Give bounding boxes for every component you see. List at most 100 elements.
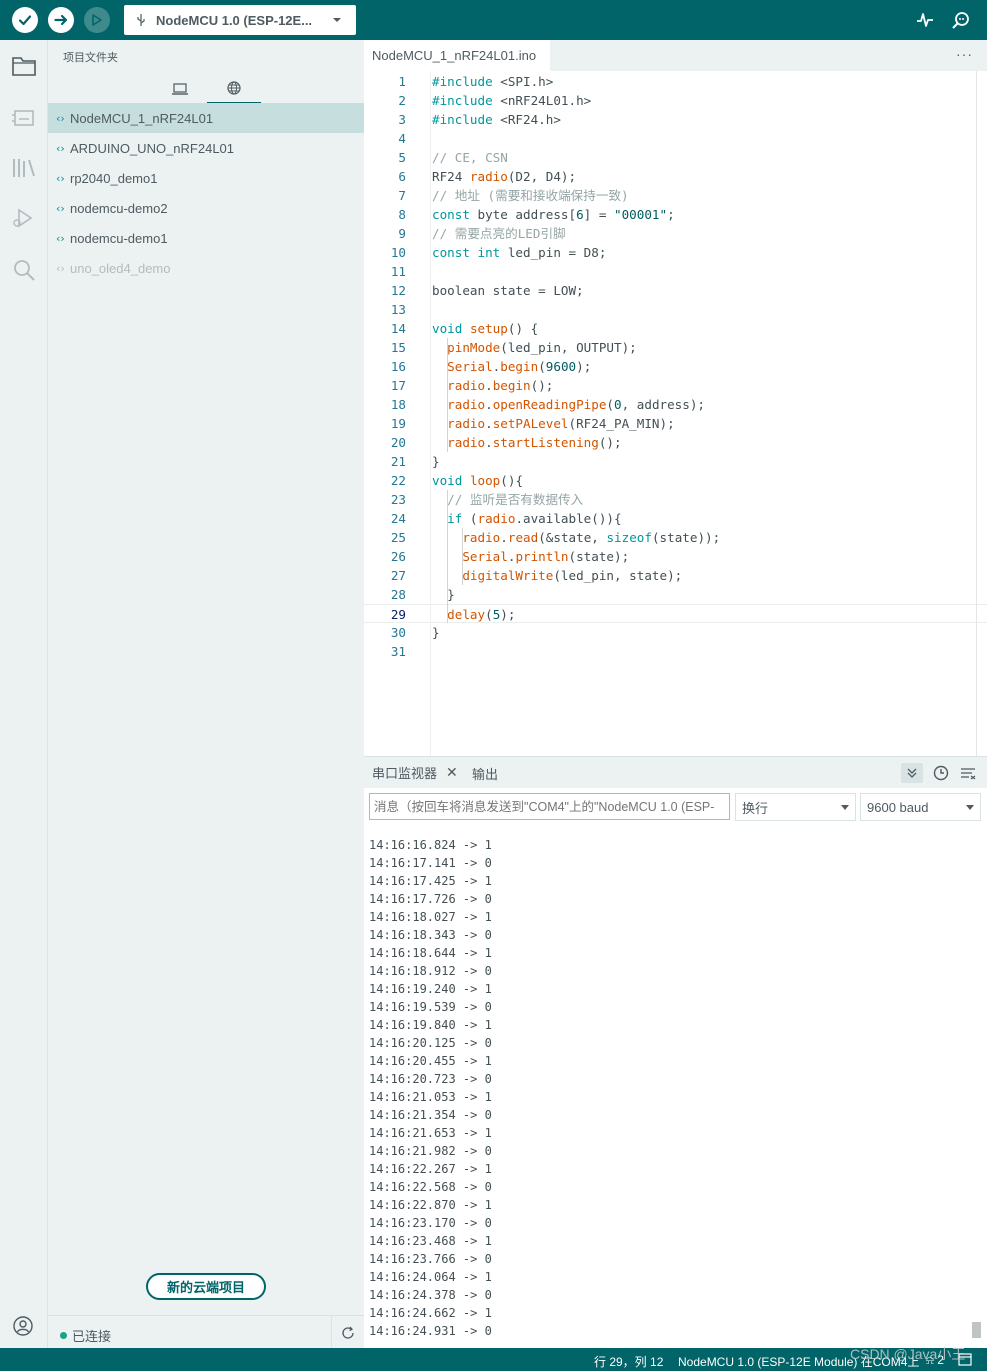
sketch-item[interactable]: ‹› NodeMCU_1_nRF24L01 — [48, 103, 364, 133]
output-line: 14:16:18.644 -> 1 — [369, 946, 492, 960]
tab-local-sketchbook[interactable] — [153, 74, 207, 104]
editor-tab-label: NodeMCU_1_nRF24L01.ino — [372, 48, 537, 63]
line-number: 10 — [390, 245, 406, 260]
debug-play-icon — [13, 208, 33, 228]
refresh-icon — [342, 1326, 354, 1339]
code-line[interactable]: 25 radio.read(&state, sizeof(state)); — [364, 528, 987, 547]
code-line[interactable]: 4 — [364, 129, 987, 148]
editor-scrollbar-track — [976, 71, 977, 756]
code-line[interactable]: 27 digitalWrite(led_pin, state); — [364, 566, 987, 585]
sketch-item[interactable]: ‹› nodemcu-demo2 — [48, 193, 364, 223]
code-line[interactable]: 2 #include <nRF24L01.h> — [364, 91, 987, 110]
output-line: 14:16:21.982 -> 0 — [369, 1144, 492, 1158]
editor-tab[interactable]: NodeMCU_1_nRF24L01.ino — [364, 40, 551, 71]
refresh-button[interactable] — [331, 1316, 364, 1349]
tab-serial-monitor[interactable]: 串口监视器 ✕ — [372, 757, 458, 789]
code-line[interactable]: 9 // 需要点亮的LED引脚 — [364, 224, 987, 243]
usb-icon — [137, 14, 145, 26]
code-line[interactable]: 19 radio.setPALevel(RF24_PA_MIN); — [364, 414, 987, 433]
code-line[interactable]: 23 // 监听是否有数据传入 — [364, 490, 987, 509]
code-line[interactable]: 15 pinMode(led_pin, OUTPUT); — [364, 338, 987, 357]
new-cloud-sketch-button[interactable]: 新的云端项目 — [146, 1273, 266, 1300]
tab-output[interactable]: 输出 — [472, 757, 498, 789]
code-editor[interactable]: 1 #include <SPI.h> 2 #include <nRF24L01.h> 3… — [364, 71, 987, 756]
line-number: 5 — [398, 150, 406, 165]
debug-button[interactable] — [84, 7, 110, 33]
close-icon[interactable]: ✕ — [446, 764, 458, 781]
line-number: 27 — [390, 568, 406, 583]
autoscroll-button[interactable] — [901, 763, 923, 783]
line-number: 7 — [398, 188, 406, 203]
tab-cloud-sketchbook[interactable] — [207, 74, 261, 104]
line-number: 24 — [390, 511, 406, 526]
more-icon[interactable]: ··· — [956, 46, 973, 62]
output-line: 14:16:23.766 -> 0 — [369, 1252, 492, 1266]
output-line: 14:16:23.468 -> 1 — [369, 1234, 492, 1248]
output-scrollbar-thumb[interactable] — [972, 1322, 981, 1338]
upload-button[interactable] — [48, 7, 74, 33]
gutter-divider — [430, 71, 431, 756]
code-text: radio.openReadingPipe(0, address); — [447, 397, 706, 412]
code-line[interactable]: 1 #include <SPI.h> — [364, 72, 987, 91]
code-line[interactable]: 26 Serial.println(state); — [364, 547, 987, 566]
output-line: 14:16:24.931 -> 0 — [369, 1324, 492, 1338]
baud-rate-select[interactable]: 9600 baud — [860, 793, 981, 821]
clear-output-button[interactable] — [957, 763, 979, 783]
board-icon — [12, 110, 34, 126]
code-line[interactable]: 29 delay(5); — [364, 604, 987, 623]
output-line: 14:16:22.267 -> 1 — [369, 1162, 492, 1176]
code-line[interactable]: 8 const byte address[6] = "00001"; — [364, 205, 987, 224]
line-number: 26 — [390, 549, 406, 564]
boards-manager-button[interactable] — [0, 94, 48, 142]
code-line[interactable]: 5 // CE, CSN — [364, 148, 987, 167]
line-ending-select[interactable]: 换行 — [735, 793, 856, 821]
board-selector[interactable]: NodeMCU 1.0 (ESP-12E... — [124, 5, 356, 35]
code-line[interactable]: 18 radio.openReadingPipe(0, address); — [364, 395, 987, 414]
code-line[interactable]: 30} — [364, 623, 987, 642]
sketchbook-tabs — [48, 74, 364, 104]
library-manager-button[interactable] — [0, 144, 48, 192]
code-line[interactable]: 12 boolean state = LOW; — [364, 281, 987, 300]
panel-header: 串口监视器 ✕ 输出 — [364, 756, 987, 789]
account-button[interactable] — [12, 1315, 36, 1339]
serial-plotter-button[interactable] — [913, 8, 937, 32]
code-line[interactable]: 24 if (radio.available()){ — [364, 509, 987, 528]
serial-monitor-button[interactable] — [949, 8, 973, 32]
code-line[interactable]: 31 — [364, 642, 987, 661]
serial-output[interactable]: 14:16:16.824 -> 1 14:16:17.141 -> 0 14:16:… — [364, 826, 987, 1348]
code-line[interactable]: 21} — [364, 452, 987, 471]
search-icon — [14, 260, 35, 281]
code-line[interactable]: 11 — [364, 262, 987, 281]
tab-output-label: 输出 — [472, 766, 499, 782]
code-text: // 监听是否有数据传入 — [447, 492, 584, 507]
code-text: } — [432, 587, 455, 602]
sketchbook-button[interactable] — [0, 42, 48, 90]
code-line[interactable]: 14 void setup() { — [364, 319, 987, 338]
code-line[interactable]: 17 radio.begin(); — [364, 376, 987, 395]
output-line: 14:16:21.354 -> 0 — [369, 1108, 492, 1122]
line-number: 12 — [390, 283, 406, 298]
code-line[interactable]: 20 radio.startListening(); — [364, 433, 987, 452]
output-line: 14:16:22.568 -> 0 — [369, 1180, 492, 1194]
code-line[interactable]: 16 Serial.begin(9600); — [364, 357, 987, 376]
message-input[interactable] — [369, 793, 730, 820]
sketch-item[interactable]: ‹› rp2040_demo1 — [48, 163, 364, 193]
debugger-button[interactable] — [0, 194, 48, 242]
code-line[interactable]: 6 RF24 radio(D2, D4); — [364, 167, 987, 186]
code-line[interactable]: 3 #include <RF24.h> — [364, 110, 987, 129]
verify-button[interactable] — [12, 7, 38, 33]
search-button[interactable] — [0, 246, 48, 294]
code-line[interactable]: 10 const int led_pin = D8; — [364, 243, 987, 262]
sketch-item[interactable]: ‹› uno_oled4_demo — [48, 253, 364, 283]
code-line[interactable]: 13 — [364, 300, 987, 319]
output-line: 14:16:23.170 -> 0 — [369, 1216, 492, 1230]
code-line[interactable]: 7 // 地址 (需要和接收端保持一致) — [364, 186, 987, 205]
code-line[interactable]: 28 } — [364, 585, 987, 604]
cursor-position[interactable]: 行 29，列 12 — [594, 1353, 663, 1370]
timestamp-button[interactable] — [930, 763, 952, 783]
sketch-item[interactable]: ‹› nodemcu-demo1 — [48, 223, 364, 253]
sketch-item[interactable]: ‹› ARDUINO_UNO_nRF24L01 — [48, 133, 364, 163]
code-text: } — [432, 454, 440, 469]
code-line[interactable]: 22 void loop(){ — [364, 471, 987, 490]
line-number: 8 — [398, 207, 406, 222]
